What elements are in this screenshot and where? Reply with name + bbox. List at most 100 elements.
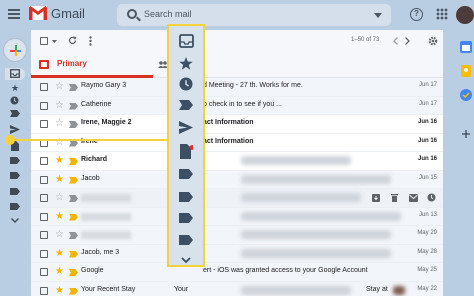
compose-button[interactable] [3,38,27,62]
search-input[interactable]: Search mail [117,4,391,26]
table-row[interactable]: ★ Jun 13 [31,207,443,226]
label-icon[interactable] [179,235,193,245]
table-row[interactable]: ☆ Raymo Gary 3 d Meeting - 27 th. Works … [31,78,443,97]
keep-icon[interactable] [460,65,472,77]
important-marker-icon[interactable] [69,195,78,202]
row-checkbox[interactable] [40,268,48,276]
tasks-icon[interactable] [460,89,472,101]
send-icon[interactable] [10,125,20,134]
row-checkbox[interactable] [40,194,48,202]
row-checkbox[interactable] [40,83,48,91]
row-checkbox[interactable] [40,175,48,184]
star-icon[interactable]: ☆ [55,118,64,129]
table-row[interactable]: ☆ Irene, Maggie 2 act Information Jun 16 [31,115,443,134]
avatar[interactable] [456,6,474,24]
email-sender: Richard [81,156,108,163]
refresh-icon[interactable] [68,36,77,45]
star-icon[interactable]: ★ [10,84,20,93]
table-row[interactable]: ☆ [31,189,443,208]
important-marker-icon[interactable] [69,213,78,221]
help-icon[interactable]: ? [410,8,423,21]
important-marker-icon[interactable] [69,102,78,110]
table-row[interactable]: ★ Jacob, me 3 May 28 [31,244,443,263]
clock-icon[interactable] [179,77,193,91]
important-marker-icon[interactable] [69,269,78,276]
delete-icon[interactable] [391,194,398,202]
row-checkbox[interactable] [40,286,48,295]
inbox-icon[interactable] [10,69,20,78]
label-icon[interactable] [10,172,20,179]
more-options-icon[interactable] [89,36,92,46]
table-row[interactable]: ☆ May 29 [31,226,443,245]
chevron-down-icon[interactable] [181,257,191,263]
label-icon[interactable] [179,213,193,223]
row-checkbox[interactable] [40,157,48,165]
archive-icon[interactable] [372,194,380,202]
star-icon[interactable]: ★ [55,266,64,277]
important-icon[interactable] [10,110,20,117]
search-placeholder: Search mail [144,9,192,19]
row-checkbox[interactable] [40,212,48,221]
table-row[interactable]: ★ Richard Jun 16 [31,152,443,171]
email-sender: Your Recent Stay [81,285,136,293]
star-icon[interactable]: ☆ [55,100,64,111]
important-marker-icon[interactable] [69,176,78,184]
star-icon[interactable]: ★ [55,174,64,185]
tab-primary[interactable]: Primary [31,52,153,78]
email-date: Jun 16 [417,119,437,125]
table-row[interactable]: ★ Your Recent Stay Your Stay at May 22 [31,281,443,296]
email-subject: act Information [203,119,254,126]
label-icon[interactable] [10,203,20,210]
star-icon[interactable]: ★ [55,211,64,222]
table-row[interactable]: ☆ Irene act Information Jun 16 [31,133,443,152]
star-icon[interactable]: ★ [55,155,64,166]
table-row[interactable]: ★ Jacob Jun 15 [31,170,443,189]
gmail-logo-icon[interactable] [29,6,47,20]
important-marker-icon[interactable] [69,158,78,165]
row-checkbox[interactable] [40,231,48,239]
settings-gear-icon[interactable] [428,36,438,46]
mark-unread-icon[interactable] [409,194,418,202]
important-marker-icon[interactable] [69,121,78,128]
star-icon[interactable]: ☆ [55,81,64,92]
app-name[interactable]: Gmail [51,6,85,21]
snooze-icon[interactable] [427,193,436,202]
chevron-down-icon[interactable] [11,218,19,223]
label-icon[interactable] [10,188,20,195]
email-date: Jun 13 [418,211,437,218]
important-icon[interactable] [179,100,193,110]
important-marker-icon[interactable] [69,84,78,91]
star-icon[interactable] [179,57,193,70]
redacted-subject [241,211,401,221]
email-date: Jun 17 [418,82,437,88]
table-row[interactable]: ☆ Catherine o check in to see if you ...… [31,96,443,115]
row-checkbox[interactable] [40,249,48,258]
search-options-icon[interactable] [374,13,382,18]
table-row[interactable]: ★ Google ert - iOS was granted access to… [31,263,443,282]
search-icon[interactable] [127,9,137,19]
star-icon[interactable]: ☆ [55,229,64,240]
main-menu-icon[interactable] [8,9,20,19]
star-icon[interactable]: ★ [55,285,64,296]
important-marker-icon[interactable] [69,232,78,239]
label-icon[interactable] [179,192,193,202]
prev-page-icon[interactable] [393,37,398,45]
select-all-checkbox[interactable] [40,37,48,45]
apps-grid-icon[interactable] [436,8,448,20]
clock-icon[interactable] [10,96,19,105]
important-marker-icon[interactable] [69,287,78,295]
star-icon[interactable]: ★ [55,248,64,259]
send-icon[interactable] [179,121,193,134]
star-icon[interactable]: ☆ [55,192,64,203]
select-dropdown-icon[interactable] [52,40,57,43]
row-checkbox[interactable] [40,120,48,128]
row-checkbox[interactable] [40,101,48,110]
inbox-icon[interactable] [179,34,194,48]
add-addon-icon[interactable] [462,130,470,138]
important-marker-icon[interactable] [69,250,78,258]
next-page-icon[interactable] [405,37,410,45]
label-icon[interactable] [10,157,20,164]
draft-icon[interactable] [180,144,193,159]
calendar-icon[interactable] [460,41,472,53]
label-icon[interactable] [179,169,193,179]
